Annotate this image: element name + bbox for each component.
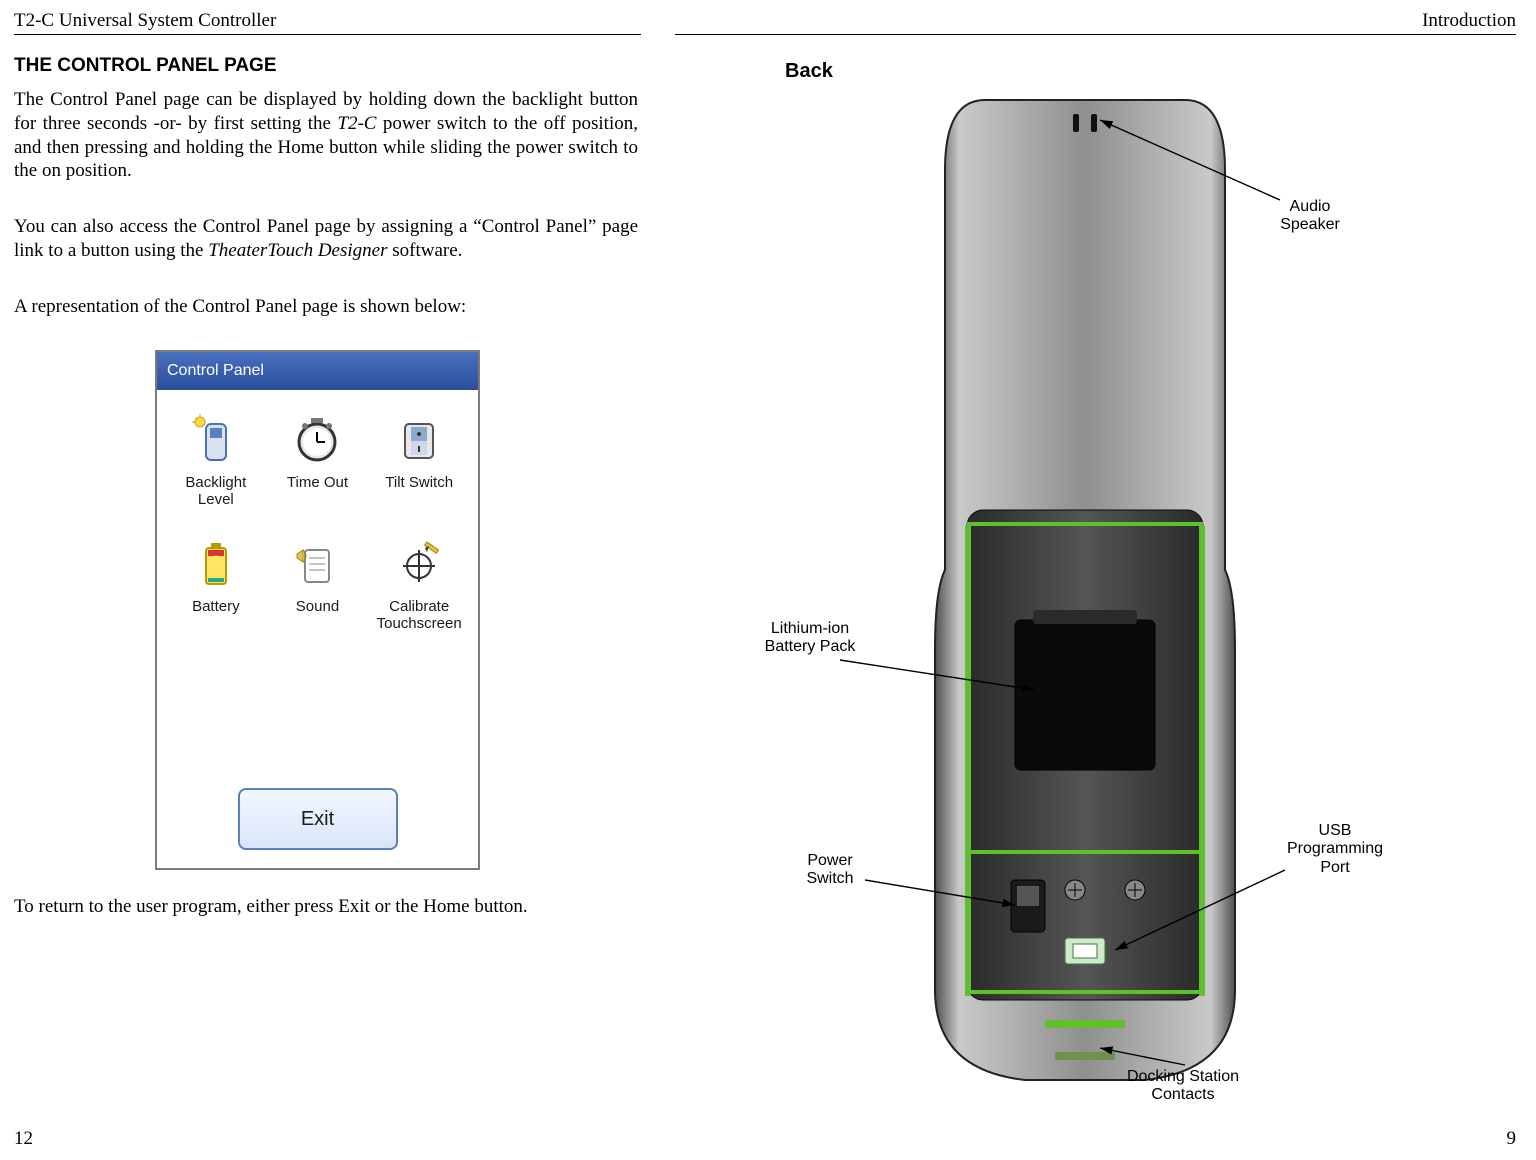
header-rule-right	[675, 34, 1516, 35]
battery-icon: -	[188, 536, 244, 592]
para2-part-b: software.	[388, 240, 463, 261]
control-panel-titlebar: Control Panel	[157, 352, 478, 390]
callout-battery-pack: Lithium-ion Battery Pack	[740, 620, 880, 657]
cp-item-sound[interactable]: Sound	[267, 536, 369, 632]
remote-icon	[188, 412, 244, 468]
callout-docking-contacts: Docking Station Contacts	[1093, 1068, 1273, 1105]
header-row-left: T2-C Universal System Controller	[14, 10, 641, 32]
clock-icon	[289, 412, 345, 468]
para2-em: TheaterTouch Designer	[208, 240, 387, 261]
cp-item-timeout[interactable]: Time Out	[267, 412, 369, 508]
cp-item-label: Sound	[296, 598, 339, 615]
cp-item-calibrate[interactable]: Calibrate Touchscreen	[368, 536, 470, 632]
header-rule-left	[14, 34, 641, 35]
header-row-right: Introduction	[675, 10, 1516, 32]
header-right-text: Introduction	[1422, 10, 1516, 32]
footer-right: 9	[1507, 1128, 1517, 1150]
device-back-figure	[905, 90, 1265, 1090]
callout-audio-speaker: Audio Speaker	[1255, 198, 1365, 235]
svg-text:-: -	[214, 551, 217, 562]
header-left-text: T2-C Universal System Controller	[14, 10, 276, 32]
switch-icon	[391, 412, 447, 468]
paragraph-2: You can also access the Control Panel pa…	[14, 215, 638, 263]
page-right: Introduction Back	[655, 0, 1536, 1160]
control-panel-grid: Backlight Level Time Out	[157, 390, 478, 632]
cp-item-label: Backlight Level	[185, 474, 246, 508]
sound-icon	[289, 536, 345, 592]
footer-left: 12	[14, 1128, 33, 1150]
cp-item-tilt[interactable]: Tilt Switch	[368, 412, 470, 508]
paragraph-1: The Control Panel page can be displayed …	[14, 88, 638, 183]
callout-power-switch: Power Switch	[785, 852, 875, 889]
control-panel-figure: Control Panel Backlight Level	[155, 350, 480, 870]
crosshair-icon	[391, 536, 447, 592]
exit-button[interactable]: Exit	[238, 788, 398, 850]
paragraph-3: A representation of the Control Panel pa…	[14, 295, 638, 319]
paragraph-4: To return to the user program, either pr…	[14, 895, 638, 919]
callout-usb-port: USB Programming Port	[1260, 822, 1410, 877]
page-left: T2-C Universal System Controller THE CON…	[0, 0, 655, 1160]
cp-item-label: Tilt Switch	[385, 474, 453, 491]
cp-item-backlight[interactable]: Backlight Level	[165, 412, 267, 508]
cp-item-label: Calibrate Touchscreen	[377, 598, 462, 632]
exit-button-label: Exit	[301, 808, 334, 831]
cp-item-label: Battery	[192, 598, 240, 615]
section-heading: THE CONTROL PANEL PAGE	[14, 55, 277, 77]
cp-item-battery[interactable]: - Battery	[165, 536, 267, 632]
figure-title-back: Back	[785, 60, 833, 83]
para1-em1: T2-C	[337, 113, 376, 134]
cp-item-label: Time Out	[287, 474, 348, 491]
